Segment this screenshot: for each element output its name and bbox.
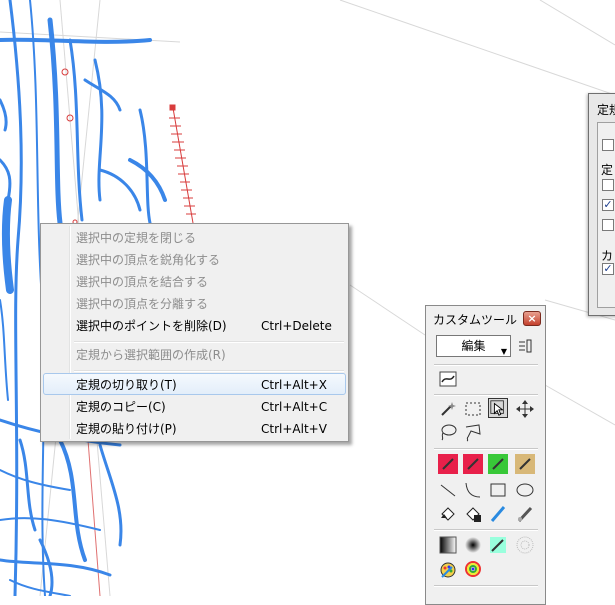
rect-select-icon[interactable]	[463, 399, 483, 419]
dropdown-value: 編集	[461, 339, 486, 353]
menu-item-label: 選択中の頂点を結合する	[76, 275, 209, 289]
line-icon[interactable]	[438, 480, 458, 500]
dialog-checkbox-2[interactable]	[602, 179, 614, 191]
menu-item-shortcut: Ctrl+Alt+X	[261, 378, 327, 392]
pen-magenta-icon[interactable]	[463, 454, 483, 474]
menu-item-join-vertex[interactable]: 選択中の頂点を結合する	[43, 271, 346, 293]
menu-item-delete-point[interactable]: 選択中のポイントを削除(D) Ctrl+Delete	[43, 315, 346, 337]
ruler-settings-dialog: 定規 定 ✓ カ ✓	[588, 93, 615, 316]
menu-separator	[74, 370, 344, 372]
dialog-checkbox-5[interactable]: ✓	[602, 263, 614, 275]
pen-green-icon[interactable]	[488, 454, 508, 474]
panel-close-button[interactable]: ×	[523, 311, 541, 326]
panel-title: カスタムツール	[433, 313, 518, 327]
move-icon[interactable]	[515, 399, 535, 419]
dialog-title: 定規	[597, 103, 615, 117]
ruler-handle[interactable]	[61, 68, 196, 225]
panel-separator	[434, 448, 538, 450]
gradient-icon[interactable]	[438, 535, 458, 555]
dialog-checkbox-3[interactable]: ✓	[602, 199, 614, 211]
pattern-icon[interactable]	[515, 535, 535, 555]
menu-item-shortcut: Ctrl+Alt+V	[261, 422, 327, 436]
tool-set-dropdown[interactable]: 編集 ▼	[436, 335, 511, 357]
palette-icon[interactable]	[438, 559, 458, 579]
fill-bucket-icon[interactable]	[438, 504, 458, 524]
menu-item-label: 選択中の頂点を鋭角化する	[76, 253, 221, 267]
dialog-group-label-1: 定	[600, 161, 615, 178]
dialog-body: 定 ✓ カ ✓	[597, 122, 615, 308]
pointer-select-icon[interactable]	[488, 398, 508, 418]
polygon-lasso-icon[interactable]	[463, 422, 483, 442]
magic-wand-icon[interactable]	[438, 399, 458, 419]
panel-separator	[434, 394, 538, 396]
menu-item-label: 選択中の定規を閉じる	[76, 231, 197, 245]
panel-separator	[434, 364, 538, 366]
tone-icon[interactable]	[488, 535, 508, 555]
rainbow-icon[interactable]	[463, 559, 483, 579]
menu-item-label: 定規のコピー(C)	[76, 400, 166, 414]
panel-separator	[434, 529, 538, 531]
chevron-down-icon: ▼	[500, 347, 507, 356]
custom-tool-panel: カスタムツール × 編集 ▼	[425, 305, 546, 605]
curve-icon[interactable]	[463, 480, 483, 500]
context-menu: 選択中の定規を閉じる 選択中の頂点を鋭角化する 選択中の頂点を結合する 選択中の…	[40, 223, 349, 442]
pen-tan-icon[interactable]	[515, 454, 535, 474]
menu-item-cut-ruler[interactable]: 定規の切り取り(T) Ctrl+Alt+X	[43, 373, 346, 395]
menu-item-shortcut: Ctrl+Alt+C	[261, 400, 328, 414]
menu-item-sharpen-vertex[interactable]: 選択中の頂点を鋭角化する	[43, 249, 346, 271]
menu-item-label: 定規の貼り付け(P)	[76, 422, 177, 436]
menu-item-split-vertex[interactable]: 選択中の頂点を分離する	[43, 293, 346, 315]
panel-separator	[434, 585, 538, 587]
dialog-checkbox-1[interactable]	[602, 139, 614, 151]
menu-item-paste-ruler[interactable]: 定規の貼り付け(P) Ctrl+Alt+V	[43, 418, 346, 440]
menu-item-copy-ruler[interactable]: 定規のコピー(C) Ctrl+Alt+C	[43, 396, 346, 418]
rectangle-icon[interactable]	[488, 480, 508, 500]
menu-item-close-ruler[interactable]: 選択中の定規を閉じる	[43, 227, 346, 249]
fill-selection-icon[interactable]	[463, 504, 483, 524]
lasso-icon[interactable]	[438, 422, 458, 442]
ellipse-icon[interactable]	[515, 480, 535, 500]
menu-item-shortcut: Ctrl+Delete	[261, 319, 332, 333]
ruler-edit-icon[interactable]	[438, 369, 458, 389]
panel-menu-icon[interactable]	[516, 337, 534, 355]
menu-item-label: 選択中の頂点を分離する	[76, 297, 209, 311]
menu-item-label: 定規の切り取り(T)	[76, 378, 177, 392]
menu-item-selection-from-ruler[interactable]: 定規から選択範囲の作成(R)	[43, 344, 346, 366]
pen-red-icon[interactable]	[438, 454, 458, 474]
menu-item-label: 選択中のポイントを削除(D)	[76, 319, 227, 333]
blur-icon[interactable]	[463, 535, 483, 555]
menu-separator	[74, 341, 344, 343]
brush-blue-icon[interactable]	[488, 504, 508, 524]
menu-item-label: 定規から選択範囲の作成(R)	[76, 348, 226, 362]
dialog-checkbox-4[interactable]	[602, 219, 614, 231]
airbrush-icon[interactable]	[515, 504, 535, 524]
